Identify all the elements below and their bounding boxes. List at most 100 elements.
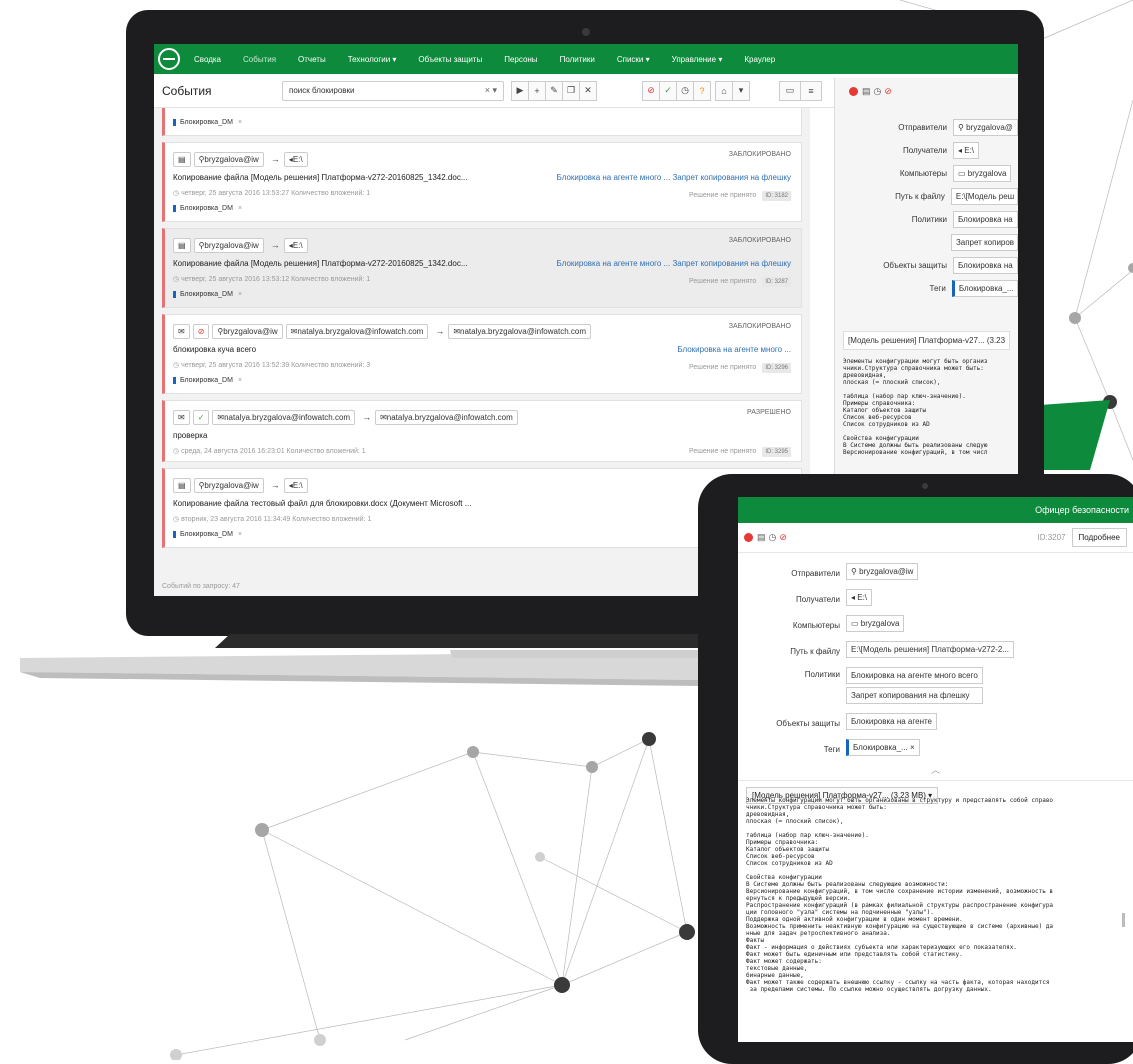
allowed-icon: ✓ <box>192 410 210 425</box>
question-filter-icon[interactable]: ? <box>693 80 711 101</box>
filter-buttons: ⊘ ✓ ◷ ? ⌂ ▾ <box>642 80 750 101</box>
prop-value[interactable]: ▭ bryzgalova <box>953 165 1012 182</box>
list-view-icon[interactable]: ≡ <box>800 80 822 101</box>
nav-item-reports[interactable]: Отчеты <box>298 55 326 64</box>
split-view-icon[interactable]: ▭ <box>779 80 801 101</box>
action-buttons: ▶ + ✎ ❐ ✕ <box>511 80 597 101</box>
clock-icon: ◷ <box>768 532 777 542</box>
prop-file-path: Путь к файлу E:\[Модель реш <box>835 188 1018 205</box>
prop-policies: Политики Блокировка на агенте много всего… <box>738 667 1133 707</box>
blocked-filter-icon[interactable]: ⊘ <box>642 80 660 101</box>
sender-chip[interactable]: ⚲ bryzgalova@iw <box>193 152 264 167</box>
sender-chip[interactable]: ⚲ bryzgalova@iw <box>193 238 264 253</box>
remove-tag-icon[interactable]: × <box>238 291 242 298</box>
prop-value[interactable]: ◂ E:\ <box>953 142 980 159</box>
nav-item-policies[interactable]: Политики <box>560 55 595 64</box>
prop-value[interactable]: Блокировка на агенте <box>846 713 938 730</box>
top-navigation: Сводка События Отчеты Технологии ▾ Объек… <box>154 44 1018 74</box>
recipient-chip[interactable]: ✉ natalya.bryzgalova@infowatch.com <box>375 410 518 425</box>
prop-value[interactable]: ⚲ bryzgalova@iw <box>846 563 919 580</box>
clock-filter-icon[interactable]: ◷ <box>676 80 694 101</box>
prop-protected-objects: Объекты защиты Блокировка на <box>835 257 1018 274</box>
nav-item-protected-objects[interactable]: Объекты защиты <box>418 55 482 64</box>
prop-value[interactable]: E:\[Модель реш <box>950 188 1018 205</box>
search-value: поиск блокировки <box>289 85 355 95</box>
nav-item-lists[interactable]: Списки ▾ <box>617 55 650 64</box>
remove-tag-icon[interactable]: × <box>238 119 242 126</box>
event-card[interactable]: Блокировка_DM × <box>162 108 802 136</box>
prop-tags: Теги Блокировка_... × <box>738 739 1133 759</box>
event-tag: Блокировка_DM × <box>173 531 242 538</box>
tablet-properties: Отправители ⚲ bryzgalova@iw Получатели ◂ E… <box>738 553 1133 759</box>
file-copy-icon: ▤ <box>173 238 191 253</box>
nav-item-management[interactable]: Управление ▾ <box>672 55 723 64</box>
prop-value[interactable]: Запрет копирования на флешку <box>846 687 983 704</box>
event-card-selected[interactable]: ▤ ⚲ bryzgalova@iw → ◂ E:\ ЗАБЛОКИРОВАНО Коп… <box>162 228 802 308</box>
search-input[interactable]: поиск блокировки × ▾ <box>282 80 504 101</box>
prop-value[interactable]: Блокировка на агенте много всего <box>846 667 983 684</box>
nav-item-persons[interactable]: Персоны <box>504 55 537 64</box>
event-policies[interactable]: Блокировка на агенте много ... Запрет ко… <box>557 173 791 182</box>
prop-value[interactable]: ◂ E:\ <box>846 589 873 606</box>
clear-search-icon[interactable]: × ▾ <box>485 85 497 96</box>
recipient-chip[interactable]: ◂ E:\ <box>283 152 308 167</box>
prop-tags: Теги Блокировка_... <box>835 280 1018 297</box>
event-card[interactable]: ✉ ⊘ ⚲ bryzgalova@iw ✉ natalya.bryzgalova@in… <box>162 314 802 394</box>
tag-dropdown-icon[interactable]: ▾ <box>732 80 750 101</box>
sender-chip[interactable]: ⚲ bryzgalova@iw <box>193 478 264 493</box>
event-decision: Решение не принято ID: 3182 <box>689 191 791 201</box>
sender-chip[interactable]: ⚲ bryzgalova@iw <box>212 324 283 339</box>
prop-value[interactable]: ⚲ bryzgalova@ <box>953 119 1018 136</box>
prop-value[interactable]: E:\[Модель решения] Платформа-v272-2... <box>846 641 1014 658</box>
prop-value[interactable]: Блокировка на <box>953 257 1018 274</box>
blocked-status-icon <box>744 533 753 542</box>
arrow-icon: → <box>270 240 280 250</box>
recipient-chip[interactable]: ✉ natalya.bryzgalova@infowatch.com <box>448 324 591 339</box>
event-tag: Блокировка_DM × <box>173 377 242 384</box>
brand-logo-icon[interactable] <box>158 48 180 70</box>
remove-tag-icon[interactable]: × <box>238 205 242 212</box>
event-policies[interactable]: Блокировка на агенте много ... <box>677 345 791 354</box>
event-card[interactable]: ▤ ⚲ bryzgalova@iw → ◂ E:\ ЗАБЛОКИРОВАНО Коп… <box>162 142 802 222</box>
prop-computers: Компьютеры ▭ bryzgalova <box>835 165 1018 182</box>
remove-tag-icon[interactable]: × <box>238 377 242 384</box>
prop-value[interactable]: ▭ bryzgalova <box>846 615 905 632</box>
recipient-chip[interactable]: ◂ E:\ <box>283 478 308 493</box>
prop-value[interactable]: Блокировка_... <box>951 280 1018 297</box>
attachment-text: Элементы конфигурации могут быть организ… <box>843 358 988 456</box>
file-copy-icon: ▤ <box>173 152 191 167</box>
sender-chip[interactable]: ✉ natalya.bryzgalova@infowatch.com <box>212 410 356 425</box>
play-icon[interactable]: ▶ <box>511 80 529 101</box>
tablet-header: Офицер безопасности <box>738 497 1133 523</box>
prop-value[interactable]: Запрет копиров <box>950 234 1018 251</box>
close-icon[interactable]: ✕ <box>579 80 597 101</box>
copy-icon[interactable]: ❐ <box>562 80 580 101</box>
scrollbar-thumb[interactable] <box>1122 913 1125 927</box>
event-card[interactable]: ✉ ✓ ✉ natalya.bryzgalova@infowatch.com → ✉ n… <box>162 400 802 462</box>
nav-item-crawler[interactable]: Краулер <box>744 55 775 64</box>
nav-item-events[interactable]: События <box>243 55 276 64</box>
attachment-select[interactable]: [Модель решения] Платформа-v27... (3.23 <box>843 331 1010 350</box>
prop-value[interactable]: Блокировка_... × <box>846 739 920 756</box>
allowed-filter-icon[interactable]: ✓ <box>659 80 677 101</box>
details-button[interactable]: Подробнее <box>1071 528 1127 547</box>
event-policies[interactable]: Блокировка на агенте много ... Запрет ко… <box>557 259 791 268</box>
nav-item-technologies[interactable]: Технологии ▾ <box>348 55 397 64</box>
prop-computers: Компьютеры ▭ bryzgalova <box>738 615 1133 635</box>
file-copy-icon: ▤ <box>862 86 871 96</box>
prop-value[interactable]: Блокировка на <box>953 211 1018 228</box>
recipient-chip[interactable]: ◂ E:\ <box>283 238 308 253</box>
attachment-text: Элементы конфигурации могут быть организ… <box>746 797 1054 993</box>
event-title[interactable]: проверка <box>173 431 793 440</box>
event-tag: Блокировка_DM × <box>173 205 242 212</box>
mail-icon: ✉ <box>173 324 190 339</box>
tag-filter-icon[interactable]: ⌂ <box>715 80 733 101</box>
user-role[interactable]: Офицер безопасности <box>1035 505 1129 515</box>
remove-tag-icon[interactable]: × <box>238 531 242 538</box>
event-id: ID:3207 <box>1037 533 1066 542</box>
add-icon[interactable]: + <box>528 80 546 101</box>
edit-icon[interactable]: ✎ <box>545 80 563 101</box>
sender-email-chip[interactable]: ✉ natalya.bryzgalova@infowatch.com <box>285 324 429 339</box>
nav-item-summary[interactable]: Сводка <box>194 55 221 64</box>
collapse-chevron-icon[interactable]: ︿ <box>738 763 1133 776</box>
